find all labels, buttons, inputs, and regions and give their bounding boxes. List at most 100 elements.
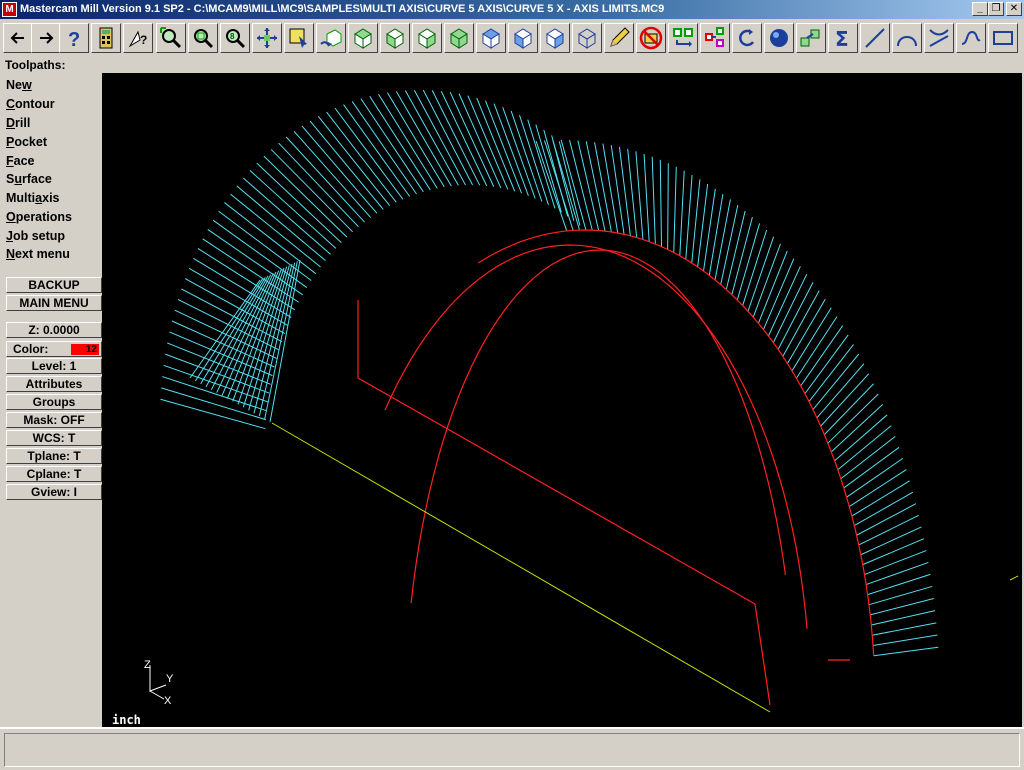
pencil-icon [610, 27, 630, 47]
svg-text:Σ: Σ [835, 27, 849, 50]
mask-button[interactable]: Mask: OFF [6, 412, 102, 428]
view-cube-front-button[interactable] [508, 23, 538, 53]
cube-front-icon [386, 28, 404, 49]
prompt-label: Toolpaths: [5, 58, 66, 72]
calculator-button[interactable] [91, 23, 121, 53]
menu-item-surface[interactable]: Surface [6, 170, 100, 188]
level-button[interactable]: Level: 1 [6, 358, 102, 374]
menu-item-job-setup[interactable]: Job setup [6, 227, 100, 245]
menu-item-operations[interactable]: Operations [6, 208, 100, 226]
menu-item-pocket[interactable]: Pocket [6, 133, 100, 151]
attributes-button[interactable]: Attributes [6, 376, 102, 392]
view-iso-button[interactable] [444, 23, 474, 53]
svg-text:?: ? [140, 33, 147, 47]
gview-button[interactable]: Gview: I [6, 484, 102, 500]
status-bar [0, 727, 1024, 770]
help-icon: ? [68, 29, 80, 50]
window-title: Mastercam Mill Version 9.1 SP2 - C:\MCAM… [20, 3, 665, 15]
cplane-button[interactable]: Cplane: T [6, 466, 102, 482]
transform-multi-icon [705, 27, 724, 47]
zoom-fit-icon [194, 29, 214, 49]
menu-item-contour[interactable]: Contour [6, 95, 100, 113]
view-front-button[interactable] [380, 23, 410, 53]
triad-x-label: X [164, 695, 172, 707]
trim-break-button[interactable] [924, 23, 954, 53]
transform-translate-button[interactable] [668, 23, 698, 53]
z-depth-button[interactable]: Z: 0.0000 [6, 322, 102, 338]
sphere-shade-button[interactable] [764, 23, 794, 53]
triad-y-label: Y [166, 673, 174, 685]
sphere-icon [770, 29, 788, 47]
close-button[interactable]: ✕ [1006, 2, 1022, 16]
analyze-query-icon: ? [128, 30, 147, 48]
arc-icon [897, 36, 917, 47]
graphics-viewport[interactable]: Z Y X [102, 73, 1022, 727]
spline-icon [961, 30, 981, 45]
groups-button[interactable]: Groups [6, 394, 102, 410]
view-triad: Z Y X [144, 659, 174, 707]
zoom-fit-button[interactable] [188, 23, 218, 53]
menu-item-multiaxis[interactable]: Multiaxis [6, 189, 100, 207]
trim-icon [929, 29, 949, 47]
levels-icon [800, 29, 820, 47]
cube-wire-icon [578, 28, 596, 49]
view-side-button[interactable] [412, 23, 442, 53]
prompt-area: Toolpaths: [0, 57, 1024, 73]
minimize-button[interactable]: _ [972, 2, 988, 16]
tplane-button[interactable]: Tplane: T [6, 448, 102, 464]
cube-shaded-icon [482, 28, 500, 49]
zoom-auto-button[interactable]: 8 [220, 23, 250, 53]
cube-blue-front-icon [514, 28, 532, 49]
forward-arrow-button[interactable] [31, 23, 61, 53]
zoom-window-button[interactable] [156, 23, 186, 53]
menu-item-new[interactable]: New [6, 76, 100, 94]
menu-item-drill[interactable]: Drill [6, 114, 100, 132]
app-icon: M [2, 2, 17, 17]
rectangle-draw-button[interactable] [988, 23, 1018, 53]
forward-arrow-icon [40, 32, 54, 44]
sigma-summary-button[interactable]: Σ [828, 23, 858, 53]
pan-button[interactable] [252, 23, 282, 53]
pan-icon [257, 28, 277, 48]
view-top-button[interactable] [348, 23, 378, 53]
line-draw-button[interactable] [860, 23, 890, 53]
view-shaded-button[interactable] [476, 23, 506, 53]
level-manager-button[interactable] [796, 23, 826, 53]
backup-button[interactable]: BACKUP [6, 277, 102, 293]
message-field [4, 733, 1020, 767]
sigma-icon: Σ [835, 27, 849, 50]
wcs-button[interactable]: WCS: T [6, 430, 102, 446]
main-menu-button[interactable]: MAIN MENU [6, 295, 102, 311]
cube-side-icon [418, 28, 436, 49]
svg-text:?: ? [68, 29, 80, 50]
calculator-icon [99, 27, 113, 49]
dynamic-rotate-button[interactable] [316, 23, 346, 53]
select-screen-button[interactable] [284, 23, 314, 53]
units-label: inch [112, 713, 141, 727]
zoom-window-icon [160, 27, 182, 49]
analyze-button[interactable]: ? [123, 23, 153, 53]
undo-rotate-button[interactable] [732, 23, 762, 53]
select-screen-icon [289, 28, 307, 48]
view-cube-back-button[interactable] [572, 23, 602, 53]
color-label: Color: [13, 342, 49, 356]
color-swatch: 12 [71, 344, 99, 355]
back-arrow-button[interactable] [3, 23, 33, 53]
arc-draw-button[interactable] [892, 23, 922, 53]
dynamic-rotate-icon [320, 29, 342, 47]
transform-multi-button[interactable] [700, 23, 730, 53]
color-button[interactable]: Color: 12 [6, 341, 102, 357]
restore-button[interactable]: ❐ [988, 2, 1004, 16]
line-icon [865, 28, 885, 48]
view-cube-side-button[interactable] [540, 23, 570, 53]
pencil-edit-button[interactable] [604, 23, 634, 53]
help-button[interactable]: ? [59, 23, 89, 53]
cube-iso-icon [450, 28, 468, 49]
menu-item-face[interactable]: Face [6, 152, 100, 170]
cube-blue-side-icon [546, 28, 564, 49]
no-blank-button[interactable] [636, 23, 666, 53]
menu-item-next-menu[interactable]: Next menu [6, 245, 100, 263]
cube-top-icon [354, 28, 372, 49]
rotate-arrow-icon [739, 29, 755, 47]
spline-draw-button[interactable] [956, 23, 986, 53]
